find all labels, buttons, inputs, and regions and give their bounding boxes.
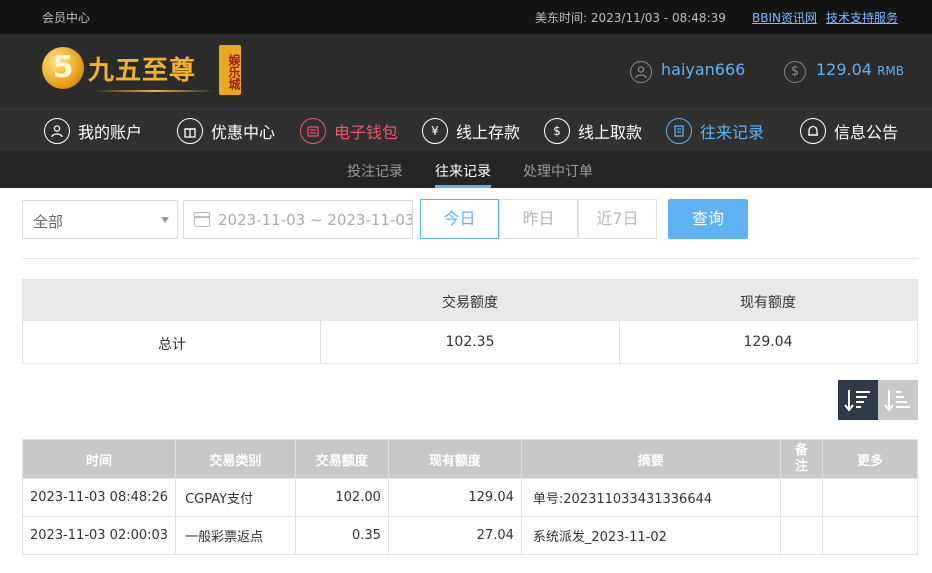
- cell-time: 2023-11-03 02:00:03: [21, 516, 177, 555]
- date-range-input[interactable]: 2023-11-03 ~ 2023-11-03: [183, 200, 413, 239]
- records-icon: [666, 117, 692, 144]
- nav-promotions[interactable]: 优惠中心: [177, 109, 275, 152]
- main-nav: 我的账户 优惠中心 电子钱包 ¥ 线上存款 $ 线上取款 往来记录 信息公告: [0, 108, 932, 151]
- member-center-label: 会员中心: [42, 11, 91, 25]
- summary-header-amount: 交易额度: [442, 295, 498, 311]
- sort-descending-button[interactable]: [838, 380, 878, 420]
- logo-tag: 娱乐城: [219, 45, 241, 95]
- col-summary: 摘要: [520, 439, 781, 479]
- user-avatar-icon: [630, 61, 652, 83]
- logo-ornament: [94, 90, 214, 92]
- sub-tabs: 投注记录 往来记录 处理中订单: [0, 151, 932, 188]
- nav-announcements[interactable]: 信息公告: [800, 109, 898, 152]
- tab-pending-orders[interactable]: 处理中订单: [523, 161, 593, 181]
- yesterday-button[interactable]: 昨日: [499, 199, 578, 239]
- wallet-icon: [300, 117, 326, 144]
- query-button[interactable]: 查询: [668, 199, 748, 239]
- summary-header-balance: 现有额度: [740, 295, 796, 311]
- summary-table: 交易额度 现有额度 总计 102.35 129.04: [22, 279, 918, 364]
- tab-bet-records[interactable]: 投注记录: [347, 161, 403, 181]
- dollar-icon: $: [784, 61, 806, 83]
- nav-label: 线上取款: [578, 122, 643, 142]
- col-amount: 交易额度: [294, 439, 389, 479]
- nav-label: 我的账户: [78, 122, 143, 142]
- nav-online-deposit[interactable]: ¥ 线上存款: [422, 109, 520, 152]
- nav-label: 信息公告: [834, 122, 899, 142]
- col-time: 时间: [21, 439, 177, 479]
- col-type: 交易类别: [175, 439, 296, 479]
- summary-total-label: 总计: [158, 337, 186, 353]
- cell-time: 2023-11-03 08:48:26: [21, 478, 177, 517]
- sort-ascending-icon: [884, 390, 910, 412]
- nav-label: 往来记录: [700, 122, 765, 142]
- cell-amount: 102.00: [294, 478, 389, 517]
- cell-type: 一般彩票返点: [175, 516, 296, 555]
- nav-label: 优惠中心: [211, 122, 276, 142]
- summary-total-amount: 102.35: [445, 334, 495, 350]
- cell-remark: [779, 478, 824, 517]
- nav-label: 电子钱包: [334, 122, 399, 142]
- tab-transaction-records[interactable]: 往来记录: [435, 161, 491, 188]
- summary-row: 总计 102.35 129.04: [23, 321, 917, 363]
- cell-type: CGPAY支付: [175, 478, 296, 517]
- records-table: 时间 交易类别 交易额度 现有额度 摘要 备注 更多 2023-11-03 08…: [21, 439, 918, 555]
- site-header: 5 九五至尊 娱乐城 haiyan666 $ 129.04 RMB: [0, 34, 932, 108]
- summary-header: 交易额度 现有额度: [23, 280, 917, 321]
- balance-amount: 129.04: [816, 60, 872, 79]
- last-7-days-button[interactable]: 近7日: [578, 199, 657, 239]
- today-button[interactable]: 今日: [420, 199, 499, 239]
- col-more: 更多: [822, 439, 918, 479]
- user-icon: [44, 117, 70, 144]
- tech-support-link[interactable]: 技术支持服务: [826, 9, 898, 26]
- logo-text: 九五至尊: [88, 56, 197, 86]
- cell-summary: 单号:202311033431336644: [520, 478, 781, 517]
- divider: [619, 321, 620, 363]
- balance-display: 129.04 RMB: [816, 60, 904, 79]
- us-east-clock: 美东时间: 2023/11/03 - 08:48:39: [535, 11, 726, 25]
- cell-remark: [779, 516, 824, 555]
- top-bar: 会员中心 美东时间: 2023/11/03 - 08:48:39 BBIN资讯网…: [0, 0, 932, 34]
- balance-currency: RMB: [877, 64, 905, 78]
- sort-descending-icon: [844, 390, 870, 412]
- date-range-value: 2023-11-03 ~ 2023-11-03: [218, 211, 413, 229]
- divider: [22, 258, 918, 259]
- deposit-icon: ¥: [422, 117, 448, 144]
- table-row: 2023-11-03 02:00:03 一般彩票返点 0.35 27.04 系统…: [21, 516, 918, 555]
- cell-summary: 系统派发_2023-11-02: [520, 516, 781, 555]
- table-header-row: 时间 交易类别 交易额度 现有额度 摘要 备注 更多: [21, 439, 918, 479]
- summary-total-balance: 129.04: [743, 334, 793, 350]
- cell-balance: 129.04: [387, 478, 522, 517]
- cell-more[interactable]: [822, 478, 918, 517]
- gift-icon: [177, 117, 203, 144]
- col-remark: 备注: [779, 439, 824, 479]
- sort-ascending-button[interactable]: [878, 380, 918, 420]
- site-logo[interactable]: 5 九五至尊 娱乐城: [42, 45, 242, 97]
- logo-coin-icon: 5: [42, 47, 84, 89]
- withdraw-icon: $: [544, 117, 570, 144]
- username[interactable]: haiyan666: [661, 60, 745, 79]
- transaction-type-select[interactable]: 全部: [22, 200, 178, 239]
- nav-transaction-records[interactable]: 往来记录: [666, 109, 764, 152]
- bbin-news-link[interactable]: BBIN资讯网: [752, 9, 817, 26]
- nav-online-withdraw[interactable]: $ 线上取款: [544, 109, 642, 152]
- select-value: 全部: [33, 213, 64, 231]
- bell-icon: [800, 117, 826, 144]
- nav-e-wallet[interactable]: 电子钱包: [300, 109, 398, 152]
- calendar-icon: [194, 212, 210, 227]
- cell-balance: 27.04: [387, 516, 522, 555]
- cell-amount: 0.35: [294, 516, 389, 555]
- table-row: 2023-11-03 08:48:26 CGPAY支付 102.00 129.0…: [21, 478, 918, 517]
- chevron-down-icon: [161, 217, 169, 223]
- divider: [320, 321, 321, 363]
- cell-more[interactable]: [822, 516, 918, 555]
- nav-my-account[interactable]: 我的账户: [44, 109, 142, 152]
- col-balance: 现有额度: [387, 439, 522, 479]
- nav-label: 线上存款: [456, 122, 521, 142]
